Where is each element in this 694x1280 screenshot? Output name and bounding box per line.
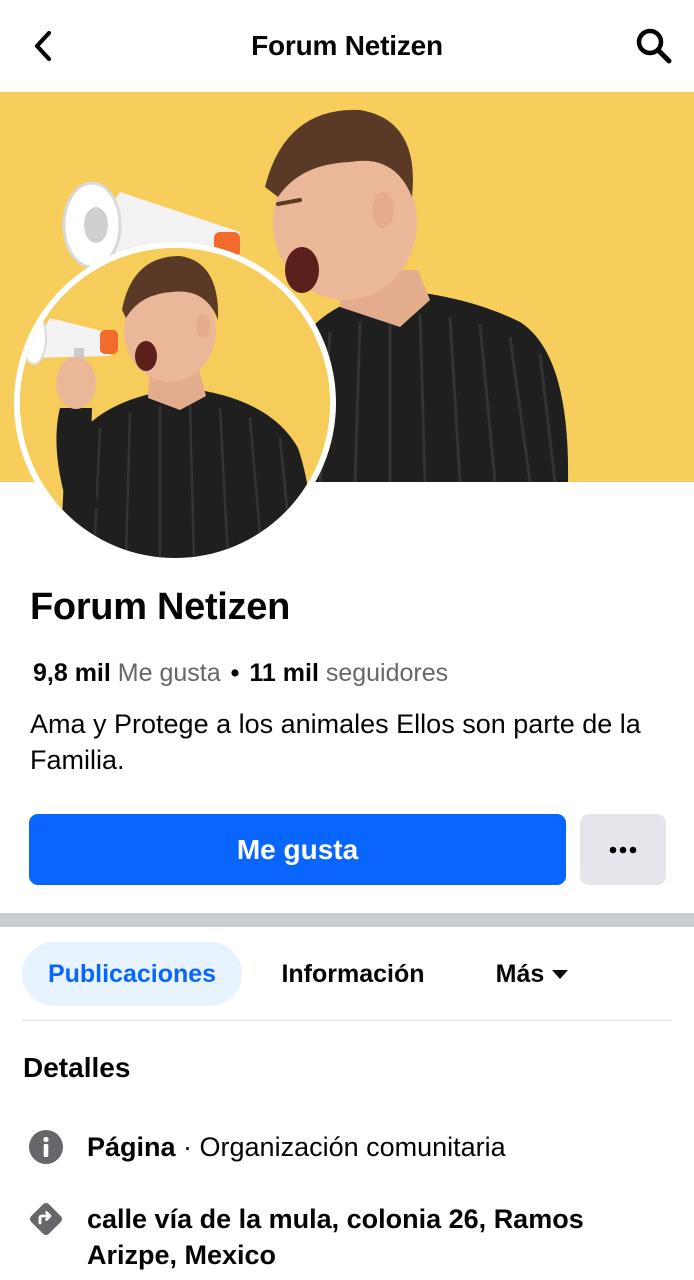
profile-image <box>20 248 330 558</box>
likes-count: 9,8 mil <box>33 659 111 687</box>
header-title: Forum Netizen <box>251 30 443 61</box>
details-heading: Detalles <box>23 1052 131 1083</box>
profile-tabs: Publicaciones Información Más <box>22 942 672 1006</box>
more-horizontal-icon <box>609 846 637 853</box>
tab-mas[interactable]: Más <box>472 942 592 1006</box>
info-icon <box>28 1129 64 1165</box>
profile-picture[interactable] <box>14 242 336 564</box>
tab-publicaciones[interactable]: Publicaciones <box>22 942 242 1006</box>
likes-label: Me gusta <box>117 659 221 687</box>
search-icon <box>636 28 672 64</box>
tab-informacion[interactable]: Información <box>260 942 446 1006</box>
detail-category-text: Página · Organización comunitaria <box>87 1129 677 1165</box>
directions-icon <box>28 1201 64 1237</box>
top-bar: Forum Netizen <box>0 0 694 92</box>
caret-down-icon <box>552 969 569 979</box>
page-stats: 9,8 mil Me gusta • 11 mil seguidores <box>33 659 448 688</box>
stats-separator: • <box>230 659 240 687</box>
page-name: Forum Netizen <box>30 586 291 628</box>
page-bio: Ama y Protege a los animales Ellos son p… <box>30 709 641 775</box>
more-options-button[interactable] <box>580 814 666 885</box>
like-button[interactable]: Me gusta <box>29 814 566 885</box>
detail-address-text: calle vía de la mula, colonia 26, Ramos … <box>87 1201 677 1273</box>
followers-label: seguidores <box>325 659 449 687</box>
detail-category-bold: Página <box>87 1132 176 1162</box>
tab-mas-label: Más <box>495 959 545 988</box>
section-divider <box>0 913 694 927</box>
search-button[interactable] <box>632 24 676 68</box>
followers-count: 11 mil <box>249 659 319 687</box>
detail-address-value: calle vía de la mula, colonia 26, Ramos … <box>87 1204 584 1270</box>
detail-category-value: · Organización comunitaria <box>175 1132 506 1162</box>
tabs-divider <box>22 1020 672 1021</box>
